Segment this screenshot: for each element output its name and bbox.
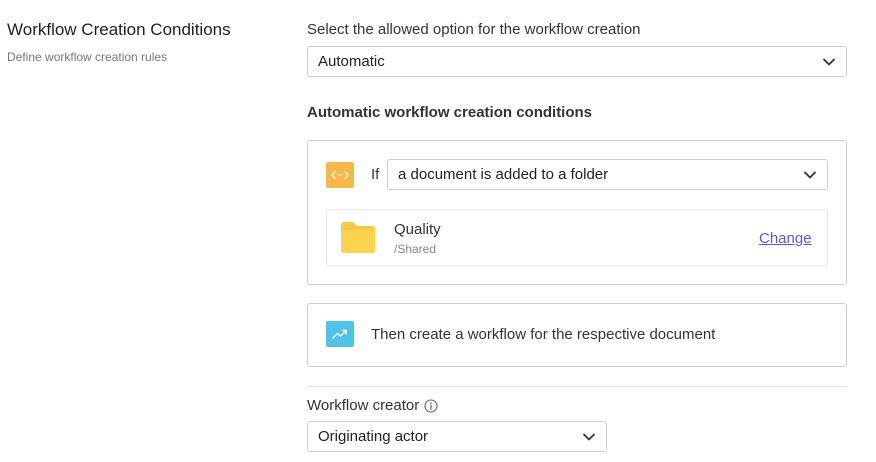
action-text: Then create a workflow for the respectiv…	[371, 326, 716, 343]
trending-up-icon	[326, 321, 354, 347]
divider	[307, 386, 847, 387]
conditions-heading: Automatic workflow creation conditions	[307, 104, 593, 121]
trigger-select[interactable]: a document is added to a folder	[387, 159, 828, 190]
workflow-creator-label-row: Workflow creator	[307, 397, 438, 414]
if-label: If	[371, 166, 380, 183]
info-icon[interactable]	[424, 398, 438, 413]
workflow-creator-value: Originating actor	[318, 428, 429, 445]
folder-name: Quality	[394, 221, 441, 238]
section-description: Define workflow creation rules	[7, 50, 168, 64]
folder-icon	[339, 220, 377, 254]
trigger-value: a document is added to a folder	[398, 166, 609, 183]
code-arrows-icon	[326, 162, 354, 188]
creation-option-value: Automatic	[318, 53, 385, 70]
chevron-down-icon	[583, 433, 595, 440]
workflow-creator-label: Workflow creator	[307, 397, 420, 414]
workflow-creator-select[interactable]: Originating actor	[307, 421, 607, 452]
chevron-down-icon	[823, 58, 835, 65]
creation-option-label: Select the allowed option for the workfl…	[307, 21, 641, 38]
change-folder-link[interactable]: Change	[759, 230, 812, 247]
section-title: Workflow Creation Conditions	[7, 20, 231, 39]
creation-option-select[interactable]: Automatic	[307, 46, 847, 77]
chevron-down-icon	[804, 171, 816, 178]
folder-path: /Shared	[394, 242, 437, 256]
